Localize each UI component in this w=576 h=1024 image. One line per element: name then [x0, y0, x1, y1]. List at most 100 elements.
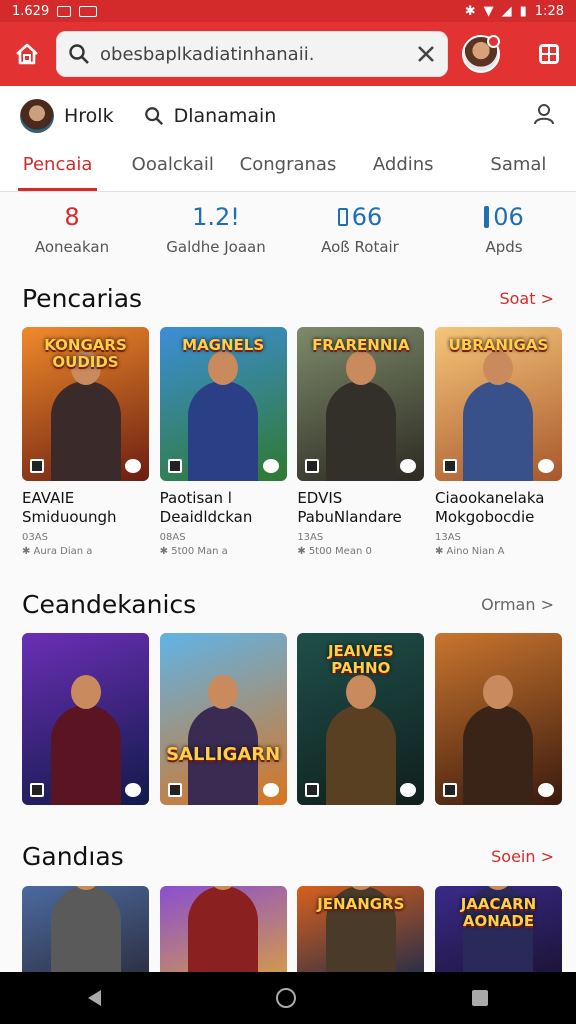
home-button[interactable]: [12, 39, 42, 69]
section-header: Gandıas Soein >: [22, 838, 554, 874]
character-art: [188, 351, 259, 481]
platform-icon: [305, 783, 320, 797]
play-icon: [262, 783, 279, 797]
see-all-link[interactable]: Orman >: [481, 595, 554, 614]
app-bar: obesbaplkadiatinhanaii.: [0, 22, 576, 86]
recents-button[interactable]: [472, 990, 489, 1006]
stat-item[interactable]: 8 Aoneakan: [0, 200, 144, 272]
game-row: SALLIGARN JEAIVES PAHNO: [22, 633, 562, 805]
account-button[interactable]: [532, 102, 556, 130]
game-thumbnail[interactable]: JAACARN AONADE: [434, 886, 562, 972]
notification-icon: [57, 5, 72, 17]
stat-value: 1.2!: [192, 203, 240, 231]
search-icon: [144, 107, 163, 126]
game-developer: ✱ 5t00 Man a: [159, 546, 228, 557]
home-icon: [16, 43, 38, 65]
game-art-title: JEAIVES PAHNO: [327, 642, 394, 677]
platform-icon: [30, 783, 44, 797]
game-row: JENANGRS JAACARN AONADE: [22, 886, 562, 972]
tab-congranas[interactable]: Congranas: [230, 146, 345, 191]
character-art: [50, 886, 121, 972]
tab-pencaia[interactable]: Pencaia: [0, 146, 115, 191]
game-card[interactable]: MAGNELS Paotisan l Deaidldckan 08AS ✱ 5t00 …: [159, 327, 287, 559]
game-thumbnail[interactable]: MAGNELS: [159, 327, 287, 481]
user-name[interactable]: Hrolk: [64, 105, 114, 127]
character-art: [463, 351, 534, 481]
game-thumbnail[interactable]: [434, 633, 562, 805]
play-icon: [400, 459, 417, 473]
home-nav-button[interactable]: [276, 988, 297, 1008]
battery-icon: [337, 208, 348, 226]
play-icon: [125, 459, 141, 473]
system-nav-bar: [0, 972, 576, 1024]
message-icon: [79, 5, 98, 17]
tab-addins[interactable]: Addins: [346, 146, 461, 191]
play-icon: [125, 783, 141, 797]
stat-item[interactable]: 1.2! Galdhe Joaan: [144, 200, 288, 272]
stat-item[interactable]: 06 Apds: [432, 200, 576, 272]
play-icon: [537, 459, 554, 473]
game-thumbnail[interactable]: FRARENNIA: [297, 327, 425, 481]
play-icon: [262, 459, 279, 473]
profile-avatar[interactable]: [462, 35, 500, 73]
secondary-search[interactable]: Dlanamain: [144, 105, 276, 127]
tab-samal[interactable]: Samal: [461, 146, 576, 191]
see-all-link[interactable]: Soat >: [499, 289, 554, 308]
game-card[interactable]: [22, 633, 149, 805]
close-icon[interactable]: [416, 44, 436, 64]
battery-icon: ▮: [519, 3, 527, 19]
section-title: Ceandekanics: [22, 589, 197, 619]
row-clip: JENANGRS JAACARN AONADE: [0, 886, 576, 972]
platform-icon: [30, 459, 44, 473]
game-thumbnail[interactable]: KONGARS OUDIDS: [22, 327, 149, 481]
section-header: Pencarias Soat >: [22, 280, 554, 316]
game-card[interactable]: FRARENNIA EDVIS PabuNlandare 13AS ✱ 5t00 Me…: [297, 327, 425, 559]
game-thumbnail[interactable]: UBRANIGAS: [434, 327, 562, 481]
character-art: [325, 675, 396, 805]
game-thumbnail[interactable]: JENANGRS: [297, 886, 425, 972]
game-card[interactable]: [22, 886, 149, 972]
game-rating: 13AS: [434, 532, 461, 543]
game-card[interactable]: UBRANIGAS Ciaookanelaka Mokgobocdie 13AS ✱ …: [434, 327, 562, 559]
platform-icon: [442, 783, 457, 797]
section-title: Pencarias: [22, 283, 143, 313]
avatar[interactable]: [20, 99, 54, 133]
game-card[interactable]: [159, 886, 287, 972]
game-card[interactable]: SALLIGARN: [159, 633, 287, 805]
stat-label: Galdhe Joaan: [166, 238, 266, 256]
character-art: [463, 675, 534, 805]
tab-ooalckail[interactable]: Ooalckail: [115, 146, 230, 191]
game-thumbnail[interactable]: [159, 886, 287, 972]
game-card[interactable]: JAACARN AONADE: [434, 886, 562, 972]
grid-icon: [539, 44, 559, 64]
platform-icon: [167, 459, 182, 473]
game-thumbnail[interactable]: SALLIGARN: [159, 633, 287, 805]
see-all-link[interactable]: Soein >: [491, 847, 554, 866]
game-card[interactable]: JENANGRS: [297, 886, 425, 972]
bluetooth-icon: ✱: [464, 3, 476, 19]
game-thumbnail[interactable]: [22, 886, 149, 972]
game-thumbnail[interactable]: [22, 633, 149, 805]
platform-icon: [305, 459, 320, 473]
tab-bar: Pencaia Ooalckail Congranas Addins Samal: [0, 146, 576, 192]
signal-icon: ◢: [501, 3, 512, 19]
stat-value: 8: [64, 203, 80, 231]
game-thumbnail[interactable]: JEAIVES PAHNO: [297, 633, 425, 805]
status-battery: 1:28: [534, 3, 564, 19]
apps-button[interactable]: [534, 39, 564, 69]
back-button[interactable]: [87, 990, 101, 1006]
stat-label: Aoß Rotair: [321, 238, 399, 256]
stat-item[interactable]: 66 Aoß Rotair: [288, 200, 432, 272]
game-card[interactable]: JEAIVES PAHNO: [297, 633, 425, 805]
game-title: EDVIS PabuNlandare: [297, 489, 402, 526]
status-bar: 1.629 ✱ ▼ ◢ ▮ 1:28: [0, 0, 576, 22]
game-title: EAVAIE Smiduoungh: [22, 489, 117, 526]
search-bar[interactable]: obesbaplkadiatinhanaii.: [56, 31, 448, 77]
game-card[interactable]: KONGARS OUDIDS EAVAIE Smiduoungh 03AS ✱ Aur…: [22, 327, 149, 559]
game-art-title: SALLIGARN: [166, 744, 281, 766]
search-input[interactable]: obesbaplkadiatinhanaii.: [100, 44, 416, 65]
platform-icon: [167, 783, 182, 797]
game-card[interactable]: [434, 633, 562, 805]
play-icon: [537, 783, 554, 797]
character-art: [50, 351, 121, 481]
